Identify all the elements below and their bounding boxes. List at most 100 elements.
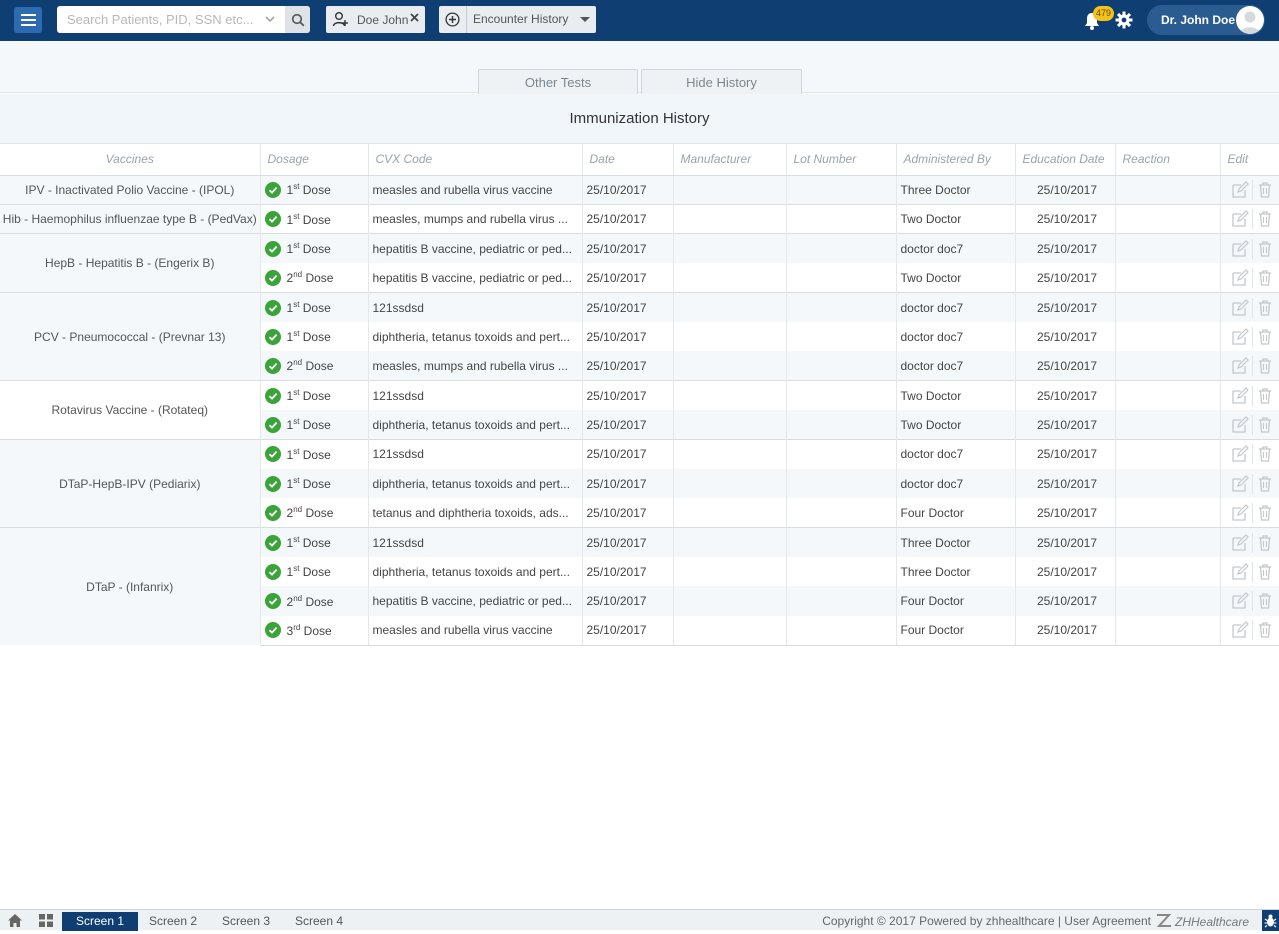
trash-icon[interactable] bbox=[1251, 267, 1274, 288]
home-icon[interactable] bbox=[7, 913, 23, 928]
trash-icon[interactable] bbox=[1251, 444, 1274, 465]
edit-icon[interactable] bbox=[1230, 268, 1250, 288]
reaction bbox=[1115, 351, 1221, 381]
trash-icon[interactable] bbox=[1251, 297, 1274, 318]
check-icon bbox=[264, 269, 281, 286]
lot-number bbox=[786, 203, 897, 234]
edit-icon[interactable] bbox=[1230, 444, 1250, 464]
row-actions bbox=[1220, 586, 1279, 616]
user-menu[interactable]: Dr. John Doe bbox=[1147, 5, 1265, 35]
reaction bbox=[1115, 292, 1221, 322]
search-button[interactable] bbox=[285, 6, 310, 33]
dose-word: Dose bbox=[302, 477, 331, 492]
lot-number bbox=[786, 586, 897, 616]
screen-tab-2[interactable]: Screen 2 bbox=[135, 912, 211, 931]
dosage-cell: 1st Dose bbox=[260, 174, 369, 205]
trash-icon[interactable] bbox=[1251, 238, 1274, 259]
column-header[interactable]: Lot Number bbox=[786, 144, 897, 176]
edit-icon[interactable] bbox=[1230, 180, 1250, 200]
edit-icon[interactable] bbox=[1230, 503, 1250, 523]
column-header[interactable]: Reaction bbox=[1115, 144, 1221, 176]
tab-other-tests[interactable]: Other Tests bbox=[478, 69, 638, 94]
check-icon bbox=[264, 446, 281, 463]
bug-icon[interactable] bbox=[1262, 910, 1279, 931]
edit-icon[interactable] bbox=[1230, 386, 1250, 406]
reaction bbox=[1115, 439, 1221, 469]
edit-icon[interactable] bbox=[1230, 620, 1250, 640]
row-actions bbox=[1220, 439, 1279, 469]
trash-icon[interactable] bbox=[1251, 414, 1274, 435]
tab-hide-history[interactable]: Hide History bbox=[641, 69, 802, 94]
trash-icon[interactable] bbox=[1251, 532, 1274, 553]
edit-icon[interactable] bbox=[1230, 591, 1250, 611]
row-actions bbox=[1220, 233, 1279, 264]
manufacturer bbox=[673, 615, 787, 646]
column-header[interactable]: Vaccines bbox=[0, 144, 261, 176]
lot-number bbox=[786, 439, 897, 469]
trash-icon[interactable] bbox=[1251, 502, 1274, 523]
menu-icon[interactable] bbox=[14, 7, 42, 33]
column-header[interactable]: Date bbox=[582, 144, 674, 176]
dose-label: 1st Dose bbox=[287, 447, 331, 462]
trash-icon[interactable] bbox=[1251, 561, 1274, 582]
dose-suffix: st bbox=[293, 182, 300, 192]
dosage-cell: 1st Dose bbox=[260, 321, 369, 352]
education-date: 25/10/2017 bbox=[1015, 380, 1116, 411]
trash-icon[interactable] bbox=[1251, 620, 1274, 641]
search-input[interactable] bbox=[57, 6, 281, 33]
dose-suffix: st bbox=[293, 388, 300, 398]
add-patient-icon bbox=[332, 12, 348, 27]
edit-icon[interactable] bbox=[1230, 474, 1250, 494]
trash-icon[interactable] bbox=[1251, 591, 1274, 612]
screen-tab-3[interactable]: Screen 3 bbox=[208, 912, 284, 931]
patient-chip[interactable]: Doe John bbox=[326, 6, 425, 33]
gear-icon[interactable] bbox=[1115, 11, 1133, 29]
administered-by: Three Doctor bbox=[896, 557, 1016, 587]
column-header[interactable]: Administered By bbox=[896, 144, 1016, 176]
edit-icon[interactable] bbox=[1230, 298, 1250, 318]
row-actions bbox=[1220, 527, 1279, 558]
dose-label: 3rd Dose bbox=[287, 623, 332, 638]
trash-icon[interactable] bbox=[1251, 209, 1274, 230]
administered-by: Three Doctor bbox=[896, 174, 1016, 205]
trash-icon[interactable] bbox=[1251, 473, 1274, 494]
reaction bbox=[1115, 203, 1221, 234]
column-header[interactable]: Manufacturer bbox=[673, 144, 787, 176]
cvx-code: hepatitis B vaccine, pediatric or ped... bbox=[368, 586, 583, 616]
brand-name: ZHHealthcare bbox=[1174, 915, 1249, 929]
trash-icon[interactable] bbox=[1251, 326, 1274, 347]
trash-icon[interactable] bbox=[1251, 355, 1274, 376]
screen-tab-1[interactable]: Screen 1 bbox=[62, 912, 139, 931]
administered-by: Two Doctor bbox=[896, 380, 1016, 411]
dose-word: Dose bbox=[302, 242, 331, 257]
column-header[interactable]: CVX Code bbox=[368, 144, 583, 176]
vaccine-name: IPV - Inactivated Polio Vaccine - (IPOL) bbox=[0, 174, 261, 205]
edit-icon[interactable] bbox=[1230, 209, 1250, 229]
chevron-down-icon[interactable] bbox=[264, 13, 276, 25]
dose-suffix: st bbox=[293, 417, 300, 427]
dose-suffix: st bbox=[293, 241, 300, 251]
trash-icon[interactable] bbox=[1251, 385, 1274, 406]
cvx-code: diphtheria, tetanus toxoids and pert... bbox=[368, 468, 583, 499]
edit-icon[interactable] bbox=[1230, 239, 1250, 259]
dose-label: 1st Dose bbox=[287, 564, 331, 579]
edit-icon[interactable] bbox=[1230, 356, 1250, 376]
manufacturer bbox=[673, 380, 787, 411]
table-row: Hib - Haemophilus influenzae type B - (P… bbox=[0, 203, 1279, 234]
edit-icon[interactable] bbox=[1230, 562, 1250, 582]
edit-icon[interactable] bbox=[1230, 415, 1250, 435]
dosage-cell: 1st Dose bbox=[260, 233, 369, 264]
edit-icon[interactable] bbox=[1230, 533, 1250, 553]
trash-icon[interactable] bbox=[1251, 179, 1274, 200]
row-actions bbox=[1220, 380, 1279, 411]
screen-tab-4[interactable]: Screen 4 bbox=[281, 912, 357, 931]
grid-icon[interactable] bbox=[38, 913, 54, 928]
row-actions bbox=[1220, 203, 1279, 234]
encounter-history-dropdown[interactable]: Encounter History bbox=[439, 6, 596, 33]
column-header[interactable]: Dosage bbox=[260, 144, 369, 176]
column-header[interactable]: Education Date bbox=[1015, 144, 1116, 176]
dose-label: 1st Dose bbox=[287, 300, 331, 315]
dosage-cell: 1st Dose bbox=[260, 203, 369, 234]
close-icon[interactable] bbox=[410, 13, 419, 22]
edit-icon[interactable] bbox=[1230, 327, 1250, 347]
